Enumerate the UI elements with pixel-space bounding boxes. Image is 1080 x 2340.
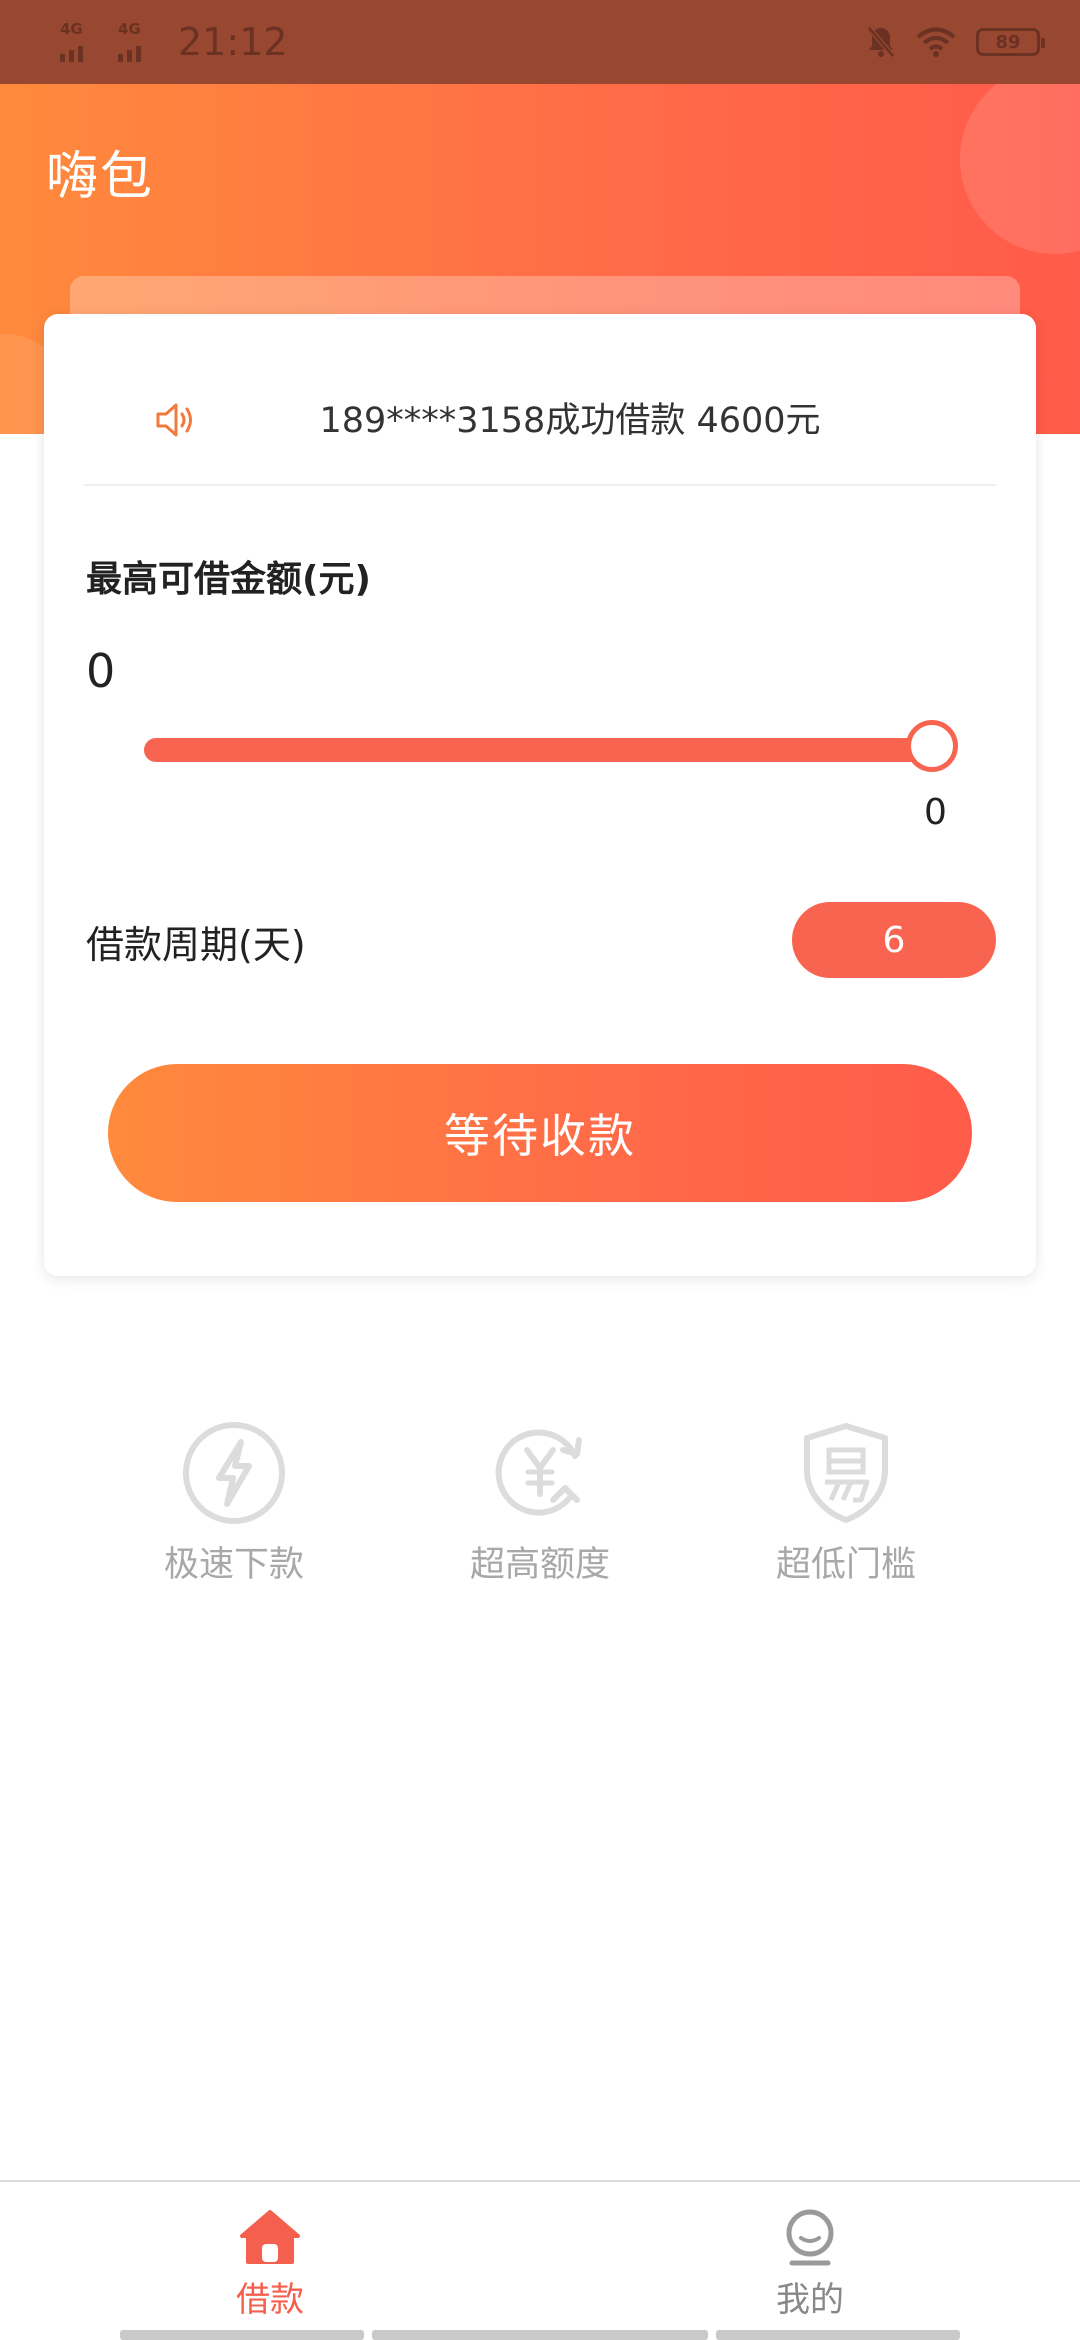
amount-slider[interactable]: [144, 718, 958, 778]
feature-label: 极速下款: [163, 1545, 304, 1585]
status-left: 4G 4G 21:12: [56, 0, 288, 84]
network-type: 4G: [60, 20, 83, 38]
button-label: 等待收款: [444, 1109, 636, 1163]
period-value: 6: [882, 919, 906, 961]
feature-label: 超高额度: [469, 1545, 610, 1585]
signal-icon: 4G: [114, 18, 154, 66]
period-selector[interactable]: 6: [792, 902, 996, 978]
status-bar: 4G 4G 21:12 89: [0, 0, 1080, 84]
feature-item: 超低门槛: [726, 1420, 966, 1587]
nav-item-loan[interactable]: 借款: [170, 2208, 370, 2321]
feature-item: 极速下款: [114, 1420, 354, 1587]
wait-receive-button[interactable]: 等待收款: [108, 1064, 972, 1202]
limit-label: 最高可借金额(元): [86, 559, 371, 600]
battery-icon: 89: [976, 28, 1045, 56]
loan-card: 189****3158成功借款 4600元 最高可借金额(元) 0 0 借款周期…: [44, 314, 1036, 1276]
notice-text: 189****3158成功借款 4600元: [319, 401, 821, 441]
period-label: 借款周期(天): [86, 923, 306, 967]
header-decoration: [960, 84, 1080, 254]
amount-max-value: 0: [924, 792, 947, 833]
status-time: 21:12: [178, 20, 288, 64]
feature-list: 极速下款 超高额度 超低门槛: [0, 1420, 1080, 1600]
user-icon: [786, 2209, 834, 2266]
status-right: 89: [866, 0, 1045, 84]
slider-thumb[interactable]: [906, 720, 958, 772]
slider-track[interactable]: [144, 738, 934, 762]
signal-icon: 4G: [56, 18, 96, 66]
home-icon: [240, 2210, 300, 2264]
wifi-icon: [916, 27, 956, 57]
network-type: 4G: [118, 20, 141, 38]
gesture-bar: [0, 2330, 1080, 2340]
mute-icon: [867, 26, 895, 58]
nav-item-profile[interactable]: 我的: [710, 2208, 910, 2321]
page-title: 嗨包: [46, 147, 155, 207]
feature-label: 超低门槛: [775, 1545, 916, 1585]
notice-bar: 189****3158成功借款 4600元: [84, 314, 996, 486]
feature-item: 超高额度: [420, 1420, 660, 1587]
bottom-nav: 借款 我的: [0, 2180, 1080, 2340]
shield-yi-icon: [804, 1423, 888, 1523]
amount-min-value: 0: [86, 644, 116, 698]
yuan-arrow-icon: [495, 1429, 582, 1516]
nav-label: 借款: [236, 2280, 304, 2320]
battery-level: 89: [995, 31, 1021, 53]
lightning-icon: [183, 1422, 285, 1524]
nav-label: 我的: [776, 2280, 844, 2320]
